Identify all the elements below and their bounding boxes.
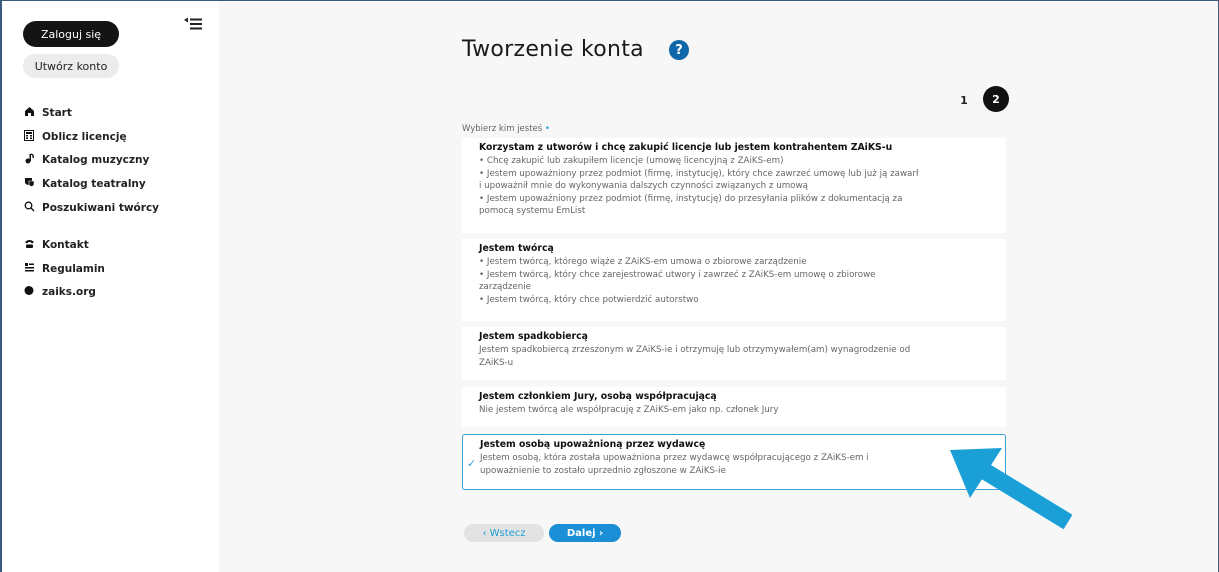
role-option-author[interactable]: Jestem twórcą • Jestem twórcą, którego w… [462,239,1006,321]
choose-role-label: Wybierz kim jesteś • [462,124,550,134]
sidebar-item-label: Katalog muzyczny [42,154,150,167]
option-line: upoważnienie to zostało uprzednio zgłosz… [480,465,726,476]
sidebar-item-label: Regulamin [42,262,105,275]
required-marker: • [544,124,550,134]
option-title: Jestem spadkobiercą [479,331,588,342]
option-line: • Jestem upoważniony przez podmiot (firm… [479,193,903,204]
option-line: i upoważnił mnie do wykonywania dalszych… [479,181,808,192]
sidebar-item-contact[interactable]: Kontakt [24,233,105,257]
search-icon [24,201,42,215]
sidebar-item-label: Katalog teatralny [42,177,146,190]
sidebar-item-label: Poszukiwani twórcy [42,201,160,214]
option-title: Jestem osobą upoważnioną przez wydawcę [480,439,706,450]
login-button[interactable]: Zaloguj się [23,21,119,47]
sidebar-item-label: Oblicz licencję [42,130,127,143]
option-line: • Jestem twórcą, który chce potwierdzić … [479,294,699,305]
back-button[interactable]: ‹ Wstecz [464,524,544,542]
option-title: Jestem twórcą [479,243,554,254]
calculator-icon [24,129,42,144]
sidebar-item-terms[interactable]: Regulamin [24,257,105,281]
sidebar-item-start[interactable]: Start [24,101,159,125]
option-line: • Jestem twórcą, którego wiąże z ZAiKS-e… [479,257,807,267]
option-title: Jestem członkiem Jury, osobą współpracuj… [479,391,717,402]
option-line: ZAiKS-u [479,357,514,368]
check-icon: ✓ [467,457,477,470]
step-2-indicator[interactable]: 2 [983,86,1009,112]
role-option-publisher-authorized[interactable]: ✓ Jestem osobą upoważnioną przez wydawcę… [462,434,1006,490]
option-line: • Jestem upoważniony przez podmiot (firm… [479,168,919,179]
option-line: Nie jestem twórcą ale współpracuję z ZAi… [479,405,779,415]
role-option-licensee[interactable]: Korzystam z utworów i chcę zakupić licen… [462,138,1006,233]
next-button[interactable]: Dalej › [549,524,621,542]
theater-icon [24,177,42,191]
sidebar-item-label: Start [42,106,72,119]
option-line: • Jestem twórcą, który chce zarejestrowa… [479,269,876,280]
phone-icon [24,238,42,252]
option-line: Jestem osobą, która została upoważniona … [480,453,869,463]
sidebar-item-zaiks-org[interactable]: zaiks.org [24,280,105,304]
sidebar-item-theater-catalog[interactable]: Katalog teatralny [24,172,159,196]
sidebar-item-wanted-authors[interactable]: Poszukiwani twórcy [24,196,159,220]
option-title: Korzystam z utworów i chcę zakupić licen… [479,142,893,153]
role-option-jury[interactable]: Jestem członkiem Jury, osobą współpracuj… [462,387,1006,427]
option-line: • Chcę zakupić lub zakupiłem licencje (u… [479,156,784,166]
sidebar-item-label: zaiks.org [42,286,96,299]
home-icon [24,106,42,120]
help-icon[interactable]: ? [669,40,689,60]
option-line: zarządzenie [479,282,532,293]
register-button[interactable]: Utwórz konto [23,54,119,78]
sidebar-item-music-catalog[interactable]: Katalog muzyczny [24,148,159,172]
pointer-arrow-icon [950,448,1073,530]
music-icon [24,153,42,167]
role-option-heir[interactable]: Jestem spadkobiercą Jestem spadkobiercą … [462,327,1006,380]
sidebar: Zaloguj się Utwórz konto Start Oblicz li… [2,1,219,572]
page-title: Tworzenie konta [462,37,644,62]
option-line: Jestem spadkobiercą zrzeszonym w ZAiKS-i… [479,345,911,355]
sidebar-item-label: Kontakt [42,238,89,251]
nav-primary: Start Oblicz licencję Katalog muzyczny K… [24,101,159,219]
option-line: pomocą systemu EmList [479,206,586,217]
document-icon [24,262,42,276]
choose-role-text: Wybierz kim jesteś [462,124,543,134]
collapse-sidebar-icon[interactable] [184,17,204,35]
sidebar-item-license[interactable]: Oblicz licencję [24,125,159,149]
nav-secondary: Kontakt Regulamin zaiks.org [24,233,105,304]
step-1-indicator[interactable]: 1 [952,88,976,112]
dot-icon [24,285,42,299]
